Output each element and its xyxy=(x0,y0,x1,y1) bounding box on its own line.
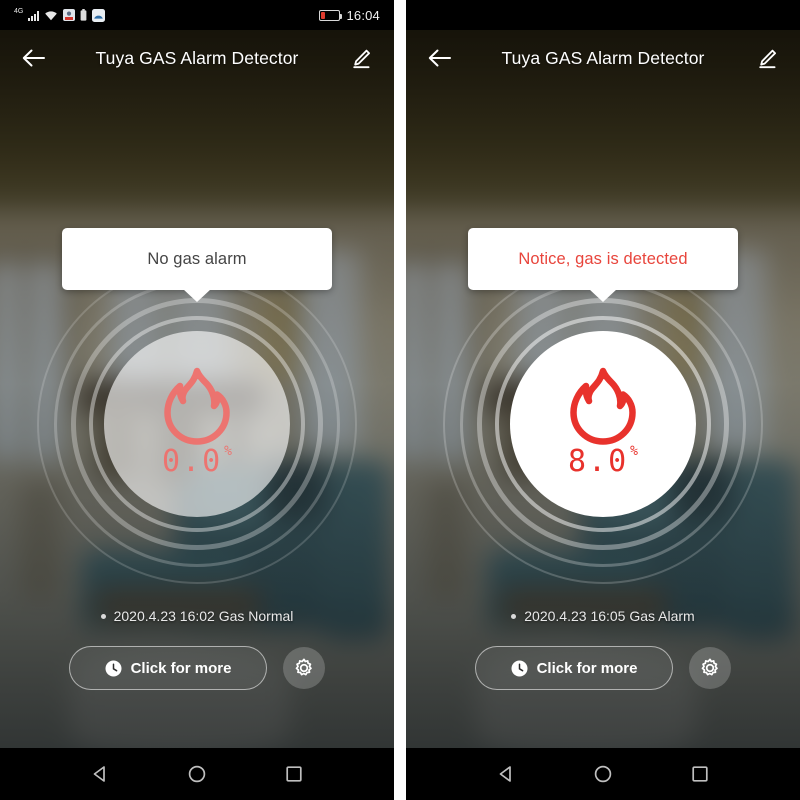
arrow-left-icon xyxy=(428,49,451,67)
gauge-value-unit: % xyxy=(224,444,232,459)
status-callout: Notice, gas is detected xyxy=(468,228,738,290)
event-status-text: 2020.4.23 16:02 Gas Normal xyxy=(113,608,294,624)
battery-small-icon xyxy=(80,9,87,21)
page-title: Tuya GAS Alarm Detector xyxy=(95,47,299,68)
panel-content: 0.0 % No gas alarm 2020.4.23 16:02 Gas N… xyxy=(0,86,394,800)
app-notification-icon xyxy=(63,9,76,21)
phone-panel-normal: 4G 16:04 Tuya GAS Alarm Detector 0.0 % N… xyxy=(0,0,394,800)
status-dot-icon xyxy=(511,613,517,619)
pencil-edit-icon xyxy=(352,49,370,68)
nav-recents-square-icon xyxy=(285,766,302,782)
gauge-value-unit: % xyxy=(630,444,638,459)
gear-icon xyxy=(295,658,312,676)
panel-content: 8.0 % Notice, gas is detected 2020.4.23 … xyxy=(406,86,800,800)
app-bar: Tuya GAS Alarm Detector xyxy=(406,30,800,86)
nav-recents-button[interactable] xyxy=(680,754,720,794)
flame-icon xyxy=(570,367,636,445)
phone-panel-alarm: Tuya GAS Alarm Detector 8.0 % Notice, ga… xyxy=(406,0,800,800)
bottom-action-bar: Click for more xyxy=(406,646,800,690)
bottom-action-bar: Click for more xyxy=(0,646,394,690)
edit-button[interactable] xyxy=(750,41,784,75)
gauge-value-number: 0.0 xyxy=(161,444,223,479)
network-type-label: 4G xyxy=(14,7,24,15)
gauge-value: 0.0 % xyxy=(161,444,232,479)
nav-recents-button[interactable] xyxy=(274,754,314,794)
gear-icon xyxy=(701,658,718,676)
clock-icon xyxy=(511,660,528,676)
gauge-inner-disc: 0.0 % xyxy=(104,331,290,517)
dual-phone-screenshot: 4G 16:04 Tuya GAS Alarm Detector 0.0 % N… xyxy=(0,0,800,800)
event-status-line: 2020.4.23 16:02 Gas Normal xyxy=(0,608,394,624)
back-button[interactable] xyxy=(16,41,50,75)
nav-recents-square-icon xyxy=(691,766,708,782)
event-status-line: 2020.4.23 16:05 Gas Alarm xyxy=(406,608,800,624)
battery-icon xyxy=(319,9,343,21)
nav-back-triangle-icon xyxy=(499,766,512,782)
status-bar-right-icons: 16:04 xyxy=(319,8,380,23)
android-status-bar: 4G 16:04 xyxy=(0,0,394,30)
android-nav-bar xyxy=(0,748,394,800)
nav-home-circle-icon xyxy=(594,765,612,783)
gauge-value: 8.0 % xyxy=(567,444,638,479)
gauge-value-number: 8.0 xyxy=(567,444,629,479)
status-dot-icon xyxy=(100,613,106,619)
settings-button[interactable] xyxy=(283,647,325,689)
status-bar-clock: 16:04 xyxy=(346,7,380,23)
edit-button[interactable] xyxy=(344,41,378,75)
wifi-icon xyxy=(44,10,58,21)
app-bar: Tuya GAS Alarm Detector xyxy=(0,30,394,86)
nav-back-button[interactable] xyxy=(80,754,120,794)
status-callout: No gas alarm xyxy=(62,228,332,290)
flame-icon xyxy=(164,367,230,445)
cloud-app-icon xyxy=(92,8,106,22)
nav-home-circle-icon xyxy=(188,765,206,783)
gas-level-gauge[interactable]: 8.0 % xyxy=(443,264,763,584)
android-nav-bar xyxy=(406,748,800,800)
status-bar-left-icons: 4G xyxy=(14,7,106,22)
click-for-more-button[interactable]: Click for more xyxy=(69,646,267,690)
click-for-more-label: Click for more xyxy=(130,659,232,677)
android-status-bar-empty xyxy=(406,0,800,30)
back-button[interactable] xyxy=(422,41,456,75)
gas-level-gauge[interactable]: 0.0 % xyxy=(37,264,357,584)
settings-button[interactable] xyxy=(689,647,731,689)
status-callout-text: No gas alarm xyxy=(147,249,247,268)
nav-back-triangle-icon xyxy=(93,766,106,782)
status-callout-text: Notice, gas is detected xyxy=(518,249,688,268)
nav-home-button[interactable] xyxy=(583,754,623,794)
arrow-left-icon xyxy=(22,49,45,67)
gauge-inner-disc: 8.0 % xyxy=(510,331,696,517)
nav-back-button[interactable] xyxy=(486,754,526,794)
click-for-more-label: Click for more xyxy=(536,659,638,677)
nav-home-button[interactable] xyxy=(177,754,217,794)
signal-bars-icon xyxy=(28,10,40,21)
clock-icon xyxy=(105,660,122,676)
pencil-edit-icon xyxy=(758,49,776,68)
page-title: Tuya GAS Alarm Detector xyxy=(501,47,705,68)
click-for-more-button[interactable]: Click for more xyxy=(475,646,673,690)
event-status-text: 2020.4.23 16:05 Gas Alarm xyxy=(524,608,695,624)
